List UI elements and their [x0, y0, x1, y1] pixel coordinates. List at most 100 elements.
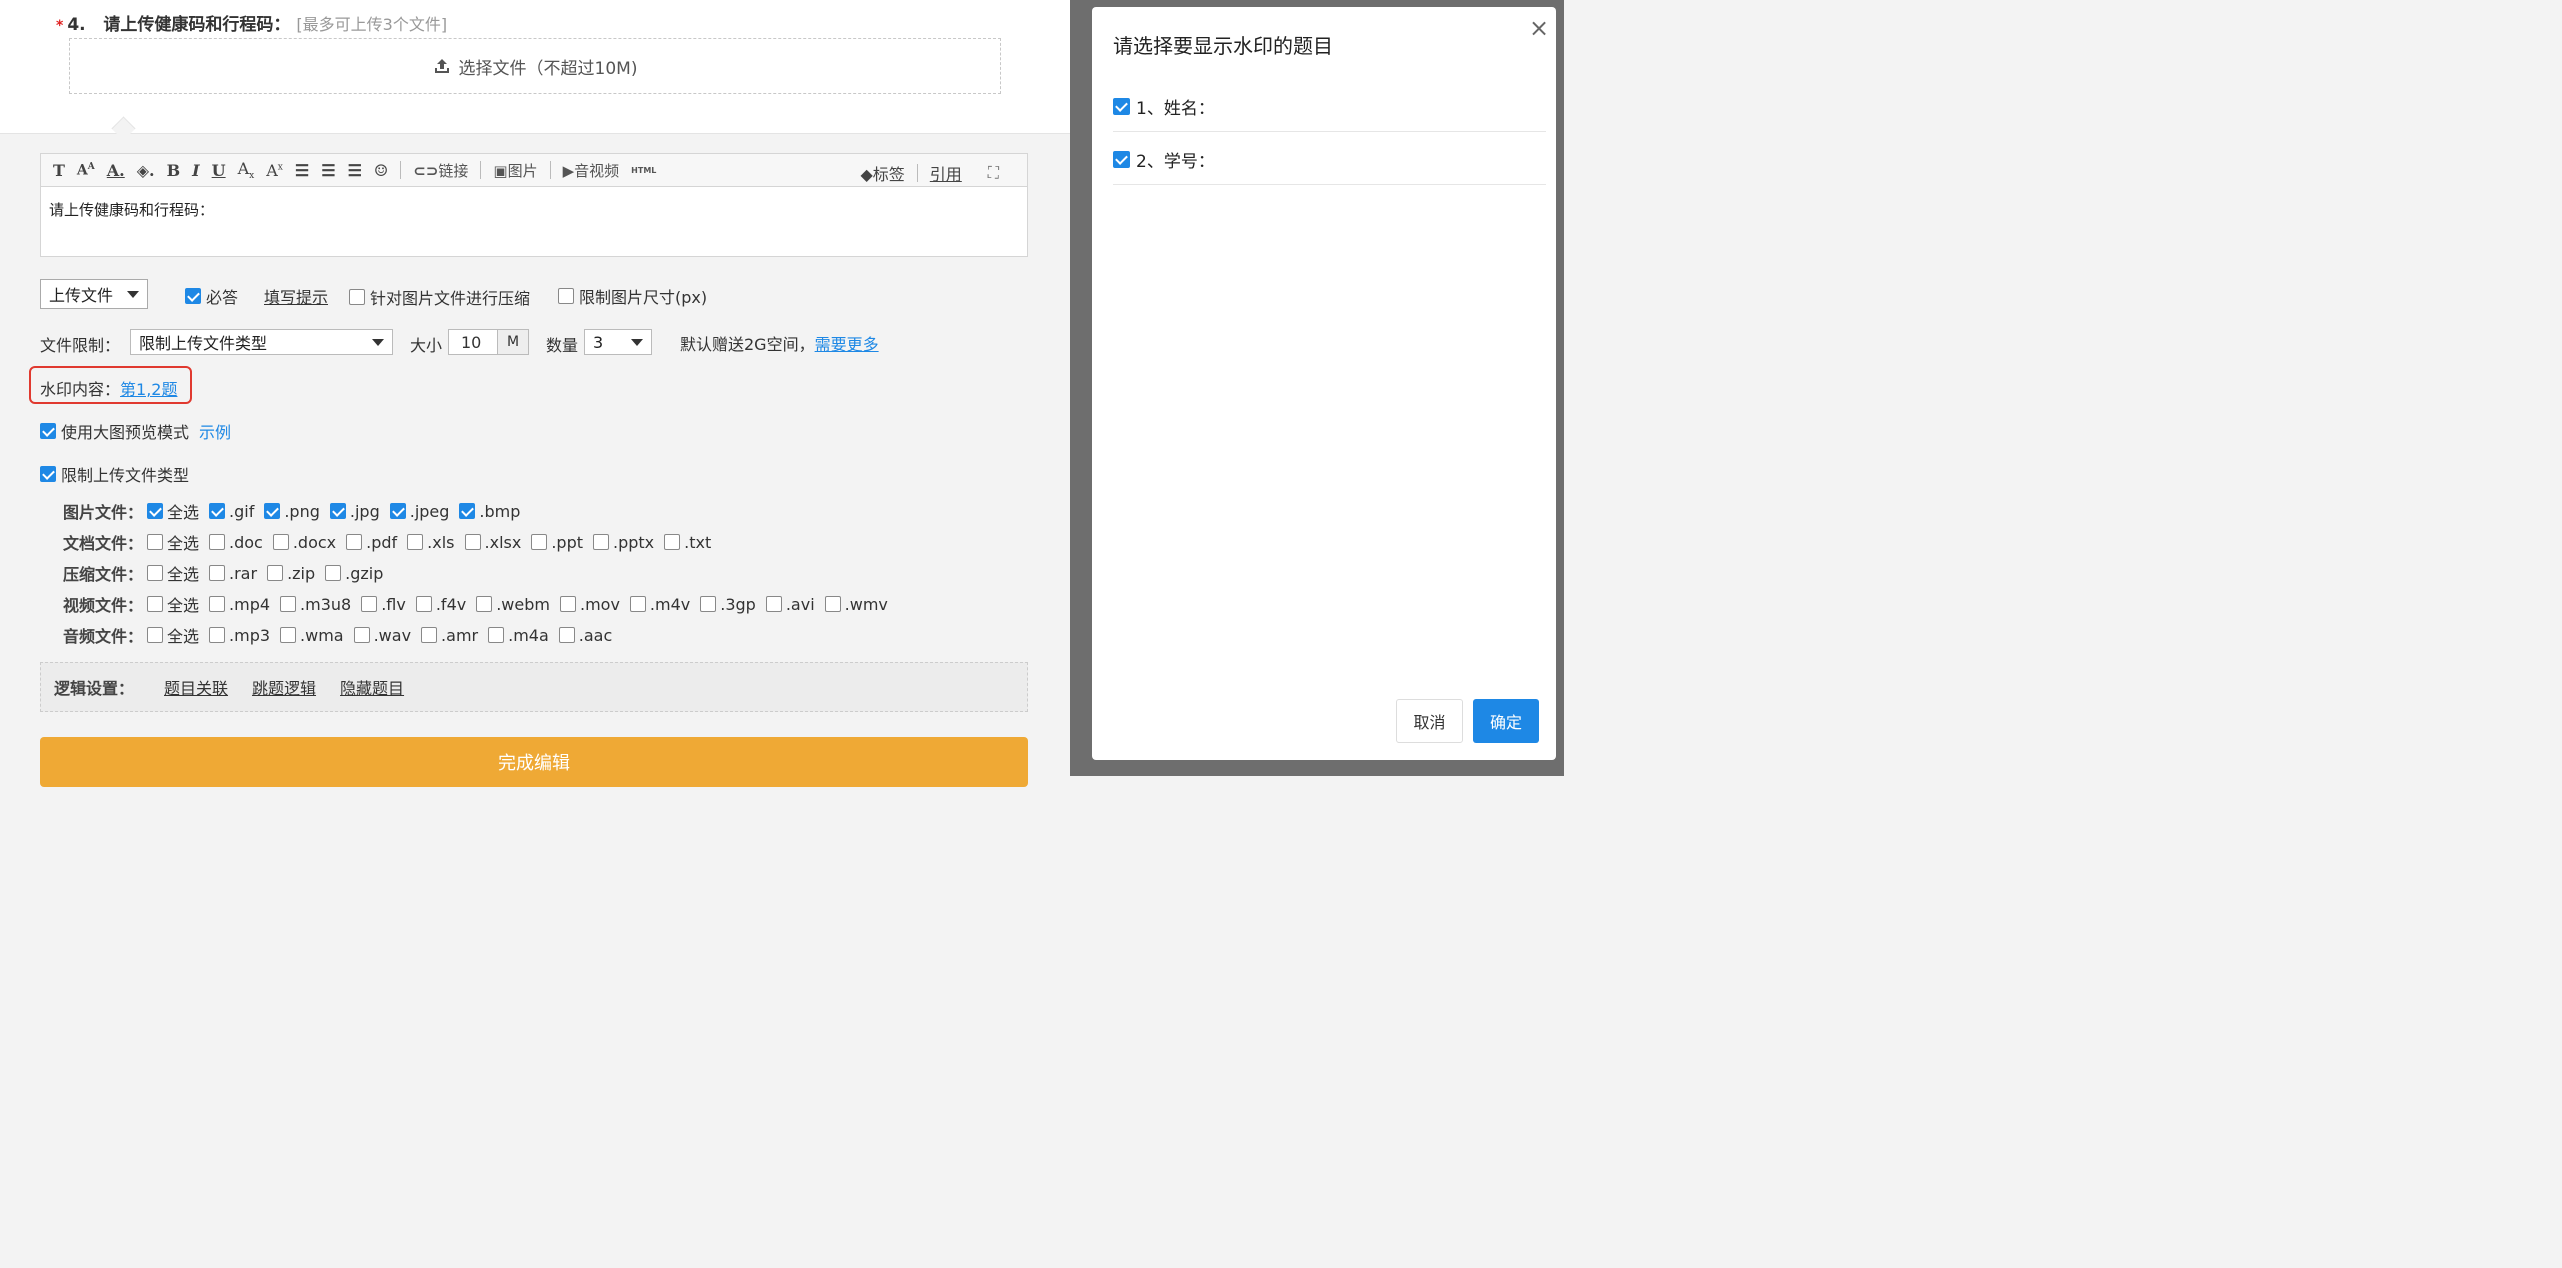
- video-button[interactable]: ▶音视频: [563, 160, 620, 181]
- underline-icon[interactable]: U: [212, 161, 226, 180]
- file-type-option[interactable]: .wmv: [824, 595, 888, 614]
- file-type-checkbox[interactable]: [824, 596, 841, 612]
- size-input[interactable]: 10: [448, 329, 498, 355]
- fill-hint-link[interactable]: 填写提示: [264, 284, 328, 308]
- file-type-checkbox[interactable]: [488, 627, 505, 643]
- hide-question-link[interactable]: 隐藏题目: [340, 675, 404, 699]
- upload-file-button[interactable]: 选择文件（不超过10M): [69, 38, 1001, 94]
- file-type-option[interactable]: .mov: [559, 595, 620, 614]
- file-type-checkbox[interactable]: [209, 565, 226, 581]
- limit-size-checkbox[interactable]: [558, 288, 574, 304]
- file-type-option[interactable]: 全选: [147, 592, 199, 616]
- bold-icon[interactable]: B: [167, 161, 181, 180]
- file-type-option[interactable]: 全选: [147, 561, 199, 585]
- file-type-option[interactable]: .jpg: [329, 502, 380, 521]
- file-type-checkbox[interactable]: [593, 534, 609, 550]
- file-type-option[interactable]: .doc: [209, 533, 263, 552]
- file-type-checkbox[interactable]: [476, 596, 493, 612]
- file-type-option[interactable]: .amr: [421, 626, 478, 645]
- required-checkbox[interactable]: [185, 288, 201, 304]
- file-limit-select[interactable]: 限制上传文件类型: [130, 329, 393, 355]
- file-type-option[interactable]: .gzip: [325, 564, 383, 583]
- subscript-icon[interactable]: Ax: [238, 159, 255, 181]
- file-type-option[interactable]: 全选: [147, 623, 199, 647]
- close-icon[interactable]: ×: [1529, 14, 1549, 42]
- font-color-icon[interactable]: A.: [107, 161, 125, 180]
- file-type-checkbox[interactable]: [209, 503, 226, 519]
- need-more-link[interactable]: 需要更多: [815, 331, 879, 355]
- file-type-option[interactable]: .webm: [476, 595, 550, 614]
- file-type-option[interactable]: .jpeg: [389, 502, 449, 521]
- cancel-button[interactable]: 取消: [1396, 699, 1463, 743]
- dialog-item-1-checkbox[interactable]: [1113, 98, 1130, 115]
- file-type-checkbox[interactable]: [361, 596, 378, 612]
- file-type-option[interactable]: .wav: [353, 626, 411, 645]
- file-type-checkbox[interactable]: [147, 596, 163, 612]
- file-type-checkbox[interactable]: [147, 565, 163, 581]
- file-type-option[interactable]: .ppt: [531, 533, 583, 552]
- file-type-checkbox[interactable]: [664, 534, 681, 550]
- file-type-checkbox[interactable]: [325, 565, 342, 581]
- limit-type-row[interactable]: 限制上传文件类型: [40, 462, 189, 486]
- file-type-option[interactable]: .wma: [280, 626, 344, 645]
- superscript-icon[interactable]: Ax: [266, 161, 283, 180]
- file-type-option[interactable]: 全选: [147, 499, 199, 523]
- compress-checkbox-row[interactable]: 针对图片文件进行压缩: [349, 285, 530, 309]
- file-type-option[interactable]: .xlsx: [464, 533, 521, 552]
- file-type-option[interactable]: .txt: [664, 533, 711, 552]
- file-type-checkbox[interactable]: [267, 565, 284, 581]
- watermark-link[interactable]: 第1,2题: [120, 376, 177, 400]
- font-size-icon[interactable]: AA: [77, 162, 95, 179]
- file-type-checkbox[interactable]: [558, 627, 575, 643]
- question-type-select[interactable]: 上传文件: [40, 279, 148, 309]
- align-left-icon[interactable]: ☰: [295, 161, 309, 180]
- file-type-checkbox[interactable]: [389, 503, 406, 519]
- file-type-option[interactable]: .zip: [267, 564, 315, 583]
- file-type-checkbox[interactable]: [629, 596, 646, 612]
- file-type-checkbox[interactable]: [531, 534, 548, 550]
- file-type-option[interactable]: .aac: [558, 626, 612, 645]
- required-checkbox-row[interactable]: 必答: [185, 284, 238, 308]
- file-type-checkbox[interactable]: [700, 596, 717, 612]
- limit-type-checkbox[interactable]: [40, 466, 56, 482]
- file-type-checkbox[interactable]: [272, 534, 289, 550]
- file-type-checkbox[interactable]: [209, 627, 226, 643]
- question-text-editor[interactable]: 请上传健康码和行程码：: [40, 187, 1028, 257]
- fullscreen-icon[interactable]: ⛶: [988, 163, 999, 183]
- file-type-checkbox[interactable]: [329, 503, 346, 519]
- file-type-option[interactable]: .docx: [272, 533, 336, 552]
- file-type-option[interactable]: .pptx: [593, 533, 654, 552]
- file-type-option[interactable]: .rar: [209, 564, 257, 583]
- file-type-checkbox[interactable]: [147, 534, 163, 550]
- emoji-icon[interactable]: ☺: [374, 161, 388, 180]
- dialog-item-1[interactable]: 1、姓名：: [1113, 94, 1215, 119]
- align-center-icon[interactable]: ☰: [321, 161, 335, 180]
- file-type-checkbox[interactable]: [421, 627, 438, 643]
- dialog-item-2[interactable]: 2、学号：: [1113, 147, 1215, 172]
- file-type-option[interactable]: .png: [264, 502, 320, 521]
- align-right-icon[interactable]: ☰: [348, 161, 362, 180]
- file-type-checkbox[interactable]: [264, 503, 281, 519]
- file-type-checkbox[interactable]: [280, 627, 297, 643]
- link-button[interactable]: ⊂⊃链接: [413, 160, 468, 181]
- file-type-option[interactable]: .m4v: [629, 595, 690, 614]
- count-select[interactable]: 3: [584, 329, 652, 355]
- file-type-option[interactable]: .bmp: [459, 502, 520, 521]
- file-type-option[interactable]: .3gp: [700, 595, 756, 614]
- dialog-item-2-checkbox[interactable]: [1113, 151, 1130, 168]
- file-type-checkbox[interactable]: [346, 534, 363, 550]
- file-type-option[interactable]: .xls: [407, 533, 455, 552]
- file-type-option[interactable]: .m3u8: [280, 595, 351, 614]
- file-type-option[interactable]: .pdf: [346, 533, 397, 552]
- file-type-checkbox[interactable]: [147, 627, 163, 643]
- image-button[interactable]: ▣图片: [493, 160, 537, 181]
- html-button[interactable]: HTML: [631, 166, 656, 175]
- file-type-option[interactable]: .gif: [209, 502, 254, 521]
- question-association-link[interactable]: 题目关联: [164, 675, 228, 699]
- file-type-option[interactable]: .f4v: [415, 595, 466, 614]
- file-type-checkbox[interactable]: [559, 596, 576, 612]
- file-type-checkbox[interactable]: [459, 503, 476, 519]
- font-family-icon[interactable]: T: [53, 161, 65, 180]
- file-type-checkbox[interactable]: [147, 503, 163, 519]
- file-type-checkbox[interactable]: [407, 534, 424, 550]
